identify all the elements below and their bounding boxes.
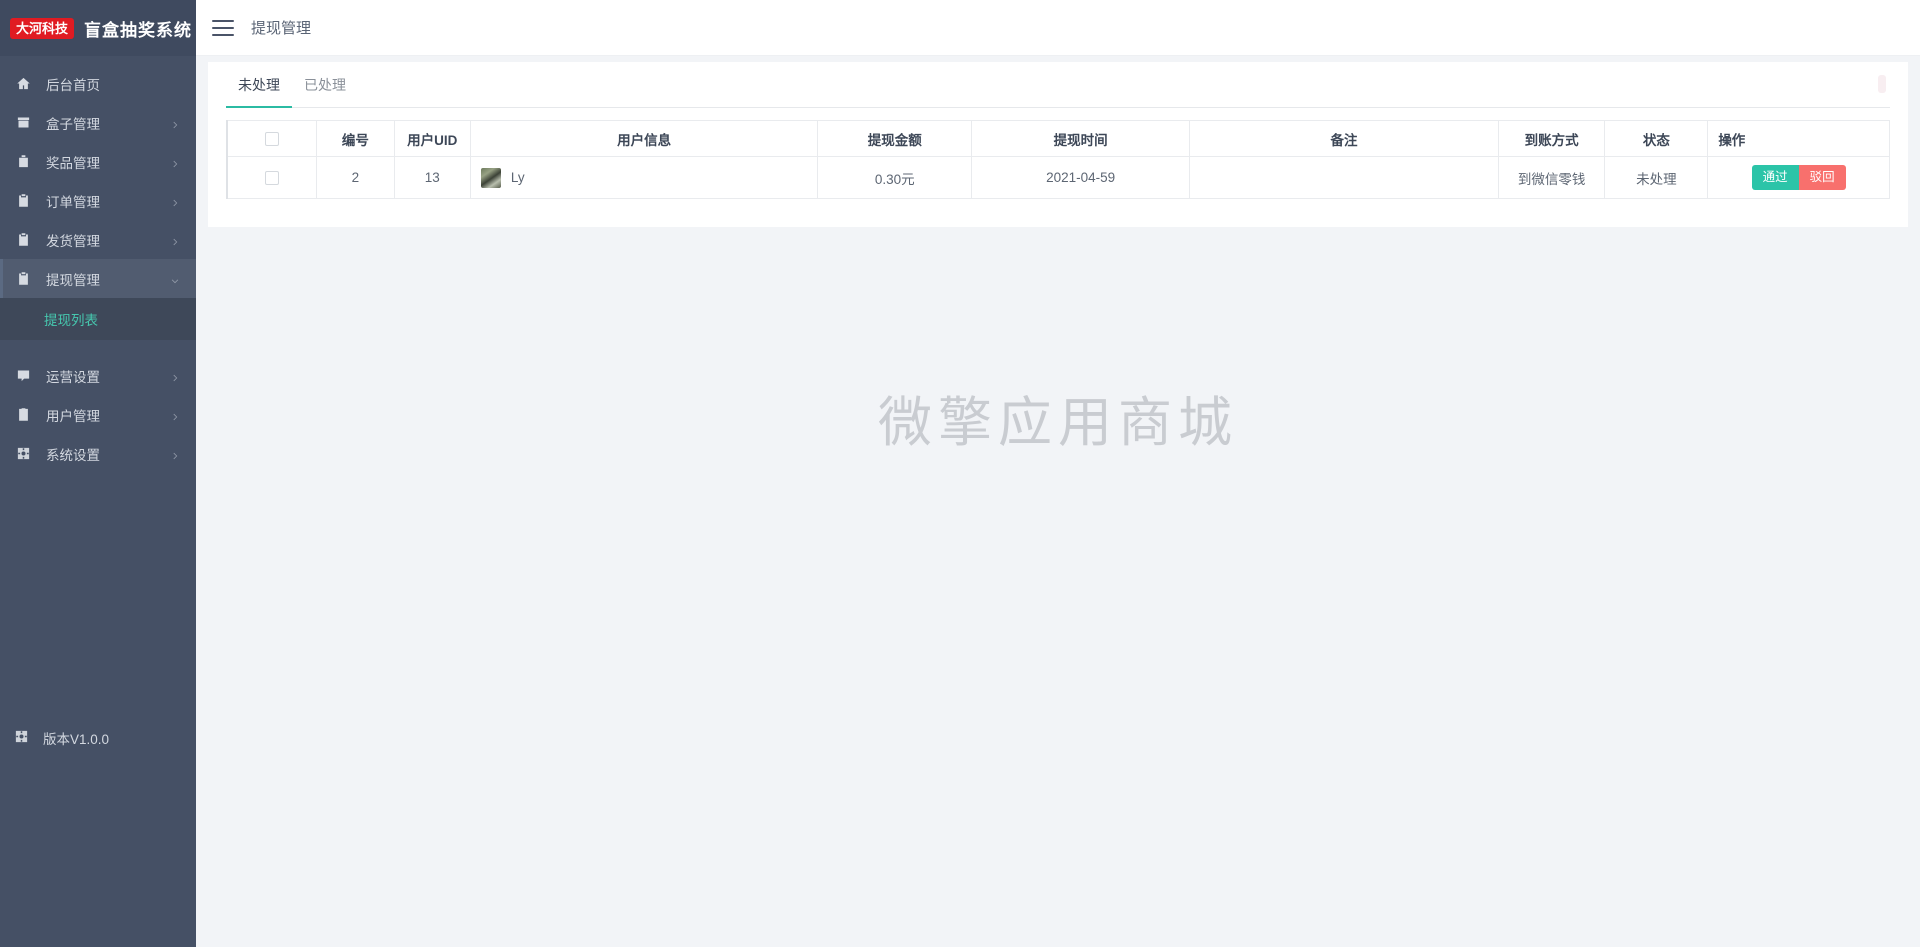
version-label: 版本V1.0.0 [43,731,110,747]
sidebar-item-label: 订单管理 [46,194,100,210]
cell-no: 2 [316,156,395,199]
column-header-user-info: 用户信息 [469,120,819,157]
brand-header[interactable]: 大河科技 盲盒抽奖系统 [0,0,196,56]
watermark-text: 微擎应用商城 [878,393,1238,453]
sidebar-item-operation[interactable]: 运营设置 [0,356,196,395]
sidebar-item-label: 奖品管理 [46,155,100,171]
column-header-no: 编号 [316,120,395,157]
pencil-icon [14,367,32,385]
chevron-right-icon [170,196,180,206]
approve-button[interactable]: 通过 [1751,165,1799,190]
sidebar-item-label: 用户管理 [46,408,100,424]
cell-pay-method: 到微信零钱 [1497,156,1606,199]
column-header-note: 备注 [1189,120,1499,157]
sidebar-item-label: 盒子管理 [46,116,100,132]
sidebar-item-prize[interactable]: 奖品管理 [0,142,196,181]
page-title: 提现管理 [251,20,312,37]
chevron-right-icon [170,118,180,128]
sidebar-item-label: 运营设置 [46,369,100,385]
chevron-down-icon [170,274,180,284]
withdraw-table: 编号 用户UID 用户信息 提现金额 提现时间 备注 到账方式 状态 操作 2 … [226,120,1890,199]
tab-unprocessed[interactable]: 未处理 [226,75,292,108]
column-header-status: 状态 [1604,120,1709,157]
tab-label: 已处理 [304,77,346,93]
chevron-right-icon [170,371,180,381]
tab-bar: 未处理 已处理 [226,62,1890,108]
hamburger-icon[interactable] [212,19,234,36]
sidebar-item-home[interactable]: 后台首页 [0,64,196,103]
sidebar-item-user[interactable]: 用户管理 [0,395,196,434]
table-header-row: 编号 用户UID 用户信息 提现金额 提现时间 备注 到账方式 状态 操作 [226,120,1890,157]
column-header-action: 操作 [1707,120,1890,157]
avatar [480,167,501,188]
sidebar-item-label: 发货管理 [46,233,100,249]
sidebar-item-label: 系统设置 [46,447,100,463]
sidebar-version: 版本V1.0.0 [0,718,196,757]
withdraw-card: 未处理 已处理 编号 用户UID 用户信息 提现金额 提现时间 备注 到账方式 … [208,62,1908,227]
clipboard-icon [14,192,32,210]
cell-uid: 13 [393,156,471,199]
column-header-pay-method: 到账方式 [1497,120,1606,157]
brand-title: 盲盒抽奖系统 [84,20,193,40]
chevron-right-icon [170,235,180,245]
table-row: 2 13 Ly 0.30元 2021-04-59 到微信零钱 未处理 通过 驳回 [226,156,1890,199]
cell-note [1189,156,1499,199]
home-icon [14,75,32,93]
sidebar-item-system[interactable]: 系统设置 [0,434,196,473]
sidebar-item-withdraw[interactable]: 提现管理 [0,259,196,298]
cell-actions: 通过 驳回 [1707,156,1890,199]
row-select-cell [226,156,318,199]
column-header-uid: 用户UID [393,120,471,157]
chevron-right-icon [170,449,180,459]
sidebar-item-label: 后台首页 [46,77,100,93]
chevron-right-icon [170,157,180,167]
gear-icon [14,729,29,747]
sidebar-subitem-withdraw-list[interactable]: 提现列表 [0,298,196,340]
cell-amount: 0.30元 [817,156,973,199]
sidebar-item-label: 提现管理 [46,272,100,288]
user-icon [14,406,32,424]
main-content: 微擎应用商城 未处理 已处理 编号 用户UID 用户信息 提现金额 提现时间 备… [196,56,1920,947]
hamburger-bar [212,19,234,22]
app-root: 大河科技 盲盒抽奖系统 后台首页 盒子管理 奖品管理 订单管理 发货管理 提现管… [0,0,1920,947]
sidebar-item-box[interactable]: 盒子管理 [0,103,196,142]
cell-time: 2021-04-59 [971,156,1191,199]
clipboard-icon [14,231,32,249]
sidebar: 大河科技 盲盒抽奖系统 后台首页 盒子管理 奖品管理 订单管理 发货管理 提现管… [0,0,196,947]
tab-label: 未处理 [238,77,280,93]
select-all-checkbox[interactable] [265,132,280,147]
hamburger-bar [212,33,234,36]
cell-status: 未处理 [1604,156,1709,199]
select-all-header [226,120,318,157]
topbar: 提现管理 [196,0,1920,56]
user-info-wrapper: Ly [477,167,812,188]
column-header-amount: 提现金额 [817,120,973,157]
sidebar-subitem-label: 提现列表 [44,313,98,328]
tab-bar-handle[interactable] [1878,75,1886,93]
hamburger-bar [212,26,234,29]
row-checkbox[interactable] [265,171,280,186]
box-icon [14,114,32,132]
column-header-time: 提现时间 [971,120,1191,157]
clipboard-icon [14,270,32,288]
gear-icon [14,445,32,463]
tab-processed[interactable]: 已处理 [292,75,358,107]
reject-button[interactable]: 驳回 [1798,165,1846,190]
chevron-right-icon [170,410,180,420]
sidebar-item-order[interactable]: 订单管理 [0,181,196,220]
sidebar-nav: 后台首页 盒子管理 奖品管理 订单管理 发货管理 提现管理 提现列表 运营设置 … [0,56,196,473]
cell-user-info: Ly [469,156,819,199]
user-name: Ly [510,170,525,185]
brand-logo-badge: 大河科技 [10,17,75,39]
gift-icon [14,153,32,171]
sidebar-submenu-withdraw: 提现列表 [0,298,196,340]
sidebar-item-shipping[interactable]: 发货管理 [0,220,196,259]
